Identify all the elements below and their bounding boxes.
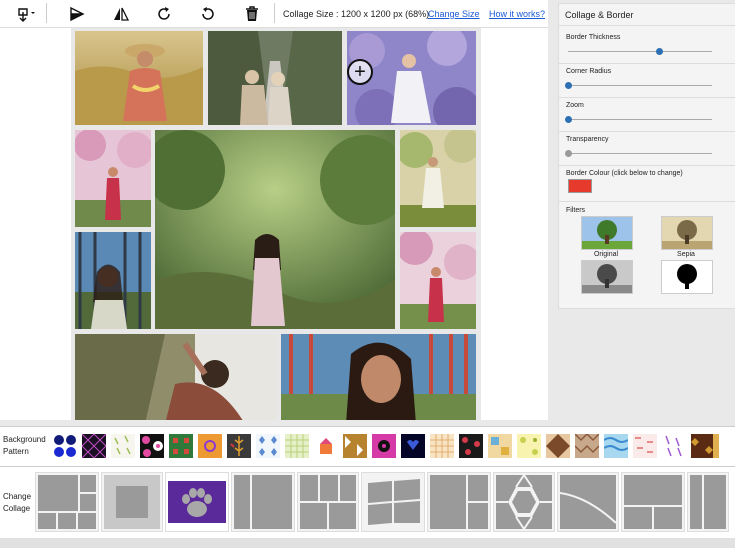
- photo-cell[interactable]: [75, 31, 203, 125]
- flip-vertical-icon[interactable]: [110, 3, 132, 25]
- divider: [559, 25, 735, 26]
- collage-canvas: +: [0, 28, 548, 420]
- border-thickness-slider-handle[interactable]: [655, 48, 663, 55]
- filter-sepia-label: Sepia: [677, 251, 695, 258]
- border-colour-swatch[interactable]: [568, 179, 592, 193]
- pattern-swatch[interactable]: [488, 434, 512, 458]
- corner-radius-label: Corner Radius: [566, 68, 612, 75]
- toolbar: Collage Size : 1200 x 1200 px (68%) Chan…: [0, 0, 548, 28]
- pattern-swatch[interactable]: [111, 434, 135, 458]
- border-thickness-label: Border Thickness: [566, 34, 621, 41]
- layout-thumbnail[interactable]: [493, 472, 555, 532]
- pattern-swatch[interactable]: [662, 434, 686, 458]
- trash-icon[interactable]: [241, 3, 263, 25]
- layout-thumbnail[interactable]: [297, 472, 359, 532]
- filter-original-label: Original: [593, 251, 619, 258]
- rotate-left-icon[interactable]: [197, 3, 219, 25]
- photo-cell[interactable]: [75, 232, 151, 329]
- toolbar-divider: [46, 3, 47, 23]
- border-colour-label: Border Colour (click below to change): [566, 170, 683, 177]
- photo-cell[interactable]: [75, 334, 277, 420]
- photo-cell[interactable]: [155, 130, 395, 329]
- pattern-swatch[interactable]: [227, 434, 251, 458]
- transparency-slider[interactable]: [568, 153, 712, 154]
- layout-thumbnail[interactable]: [427, 472, 491, 532]
- divider: [559, 63, 735, 64]
- filter-original-thumbnail[interactable]: [581, 216, 633, 250]
- divider: [559, 131, 735, 132]
- collage-border-panel: Collage & Border Border Thickness Corner…: [558, 3, 735, 309]
- pattern-swatch[interactable]: [256, 434, 280, 458]
- collage-board: [71, 28, 481, 420]
- collage-size-text: Collage Size : 1200 x 1200 px (68%): [283, 9, 430, 19]
- divider: [559, 201, 735, 202]
- transparency-slider-handle[interactable]: [565, 150, 572, 157]
- layout-thumbnail[interactable]: [687, 472, 729, 532]
- layout-thumbnail[interactable]: [621, 472, 685, 532]
- layout-thumbnail[interactable]: [35, 472, 99, 532]
- transparency-label: Transparency: [566, 136, 609, 143]
- pattern-swatch[interactable]: [53, 434, 77, 458]
- pattern-swatch[interactable]: [546, 434, 570, 458]
- layout-thumbnail[interactable]: [101, 472, 163, 532]
- background-pattern-label: Background Pattern: [3, 435, 46, 456]
- pattern-swatch[interactable]: [314, 434, 338, 458]
- photo-cell[interactable]: [400, 130, 476, 227]
- flip-horizontal-icon[interactable]: [66, 3, 88, 25]
- layout-thumbnail[interactable]: [231, 472, 295, 532]
- change-size-link[interactable]: Change Size: [428, 9, 480, 19]
- pattern-swatch[interactable]: [82, 434, 106, 458]
- pattern-swatch[interactable]: [430, 434, 454, 458]
- layout-thumbnail[interactable]: [361, 472, 425, 532]
- pattern-swatch[interactable]: [517, 434, 541, 458]
- filter-silhouette-thumbnail[interactable]: [661, 260, 713, 294]
- zoom-slider-handle[interactable]: [565, 116, 572, 123]
- layout-thumbnail[interactable]: [557, 472, 619, 532]
- photo-cell[interactable]: [75, 130, 151, 227]
- pattern-swatch[interactable]: [285, 434, 309, 458]
- panel-title: Collage & Border: [565, 10, 634, 20]
- pattern-swatch[interactable]: [575, 434, 599, 458]
- filter-sepia-thumbnail[interactable]: [661, 216, 713, 250]
- download-icon[interactable]: [15, 3, 37, 25]
- pattern-swatch[interactable]: [169, 434, 193, 458]
- pattern-swatch[interactable]: [401, 434, 425, 458]
- add-photo-icon[interactable]: +: [347, 59, 373, 85]
- border-thickness-slider[interactable]: [568, 51, 712, 52]
- toolbar-divider: [274, 3, 275, 23]
- how-it-works-link[interactable]: How it works?: [489, 9, 545, 19]
- corner-radius-slider-handle[interactable]: [565, 82, 572, 89]
- corner-radius-slider[interactable]: [568, 85, 712, 86]
- pattern-swatch[interactable]: [343, 434, 367, 458]
- divider: [559, 97, 735, 98]
- photo-cell[interactable]: [400, 232, 476, 329]
- photo-cell[interactable]: [281, 334, 476, 420]
- zoom-slider[interactable]: [568, 119, 712, 120]
- pattern-swatch[interactable]: [140, 434, 164, 458]
- pattern-swatch[interactable]: [691, 434, 719, 458]
- photo-cell[interactable]: [208, 31, 342, 125]
- pattern-swatch[interactable]: [633, 434, 657, 458]
- zoom-label: Zoom: [566, 102, 584, 109]
- layout-thumbnail[interactable]: [165, 472, 229, 532]
- pattern-swatch[interactable]: [372, 434, 396, 458]
- divider: [559, 165, 735, 166]
- rotate-right-icon[interactable]: [153, 3, 175, 25]
- filters-label: Filters: [566, 207, 586, 214]
- bottom-scrollbar[interactable]: [0, 538, 735, 548]
- pattern-swatch[interactable]: [198, 434, 222, 458]
- filter-grayscale-thumbnail[interactable]: [581, 260, 633, 294]
- pattern-swatch[interactable]: [604, 434, 628, 458]
- pattern-swatch[interactable]: [459, 434, 483, 458]
